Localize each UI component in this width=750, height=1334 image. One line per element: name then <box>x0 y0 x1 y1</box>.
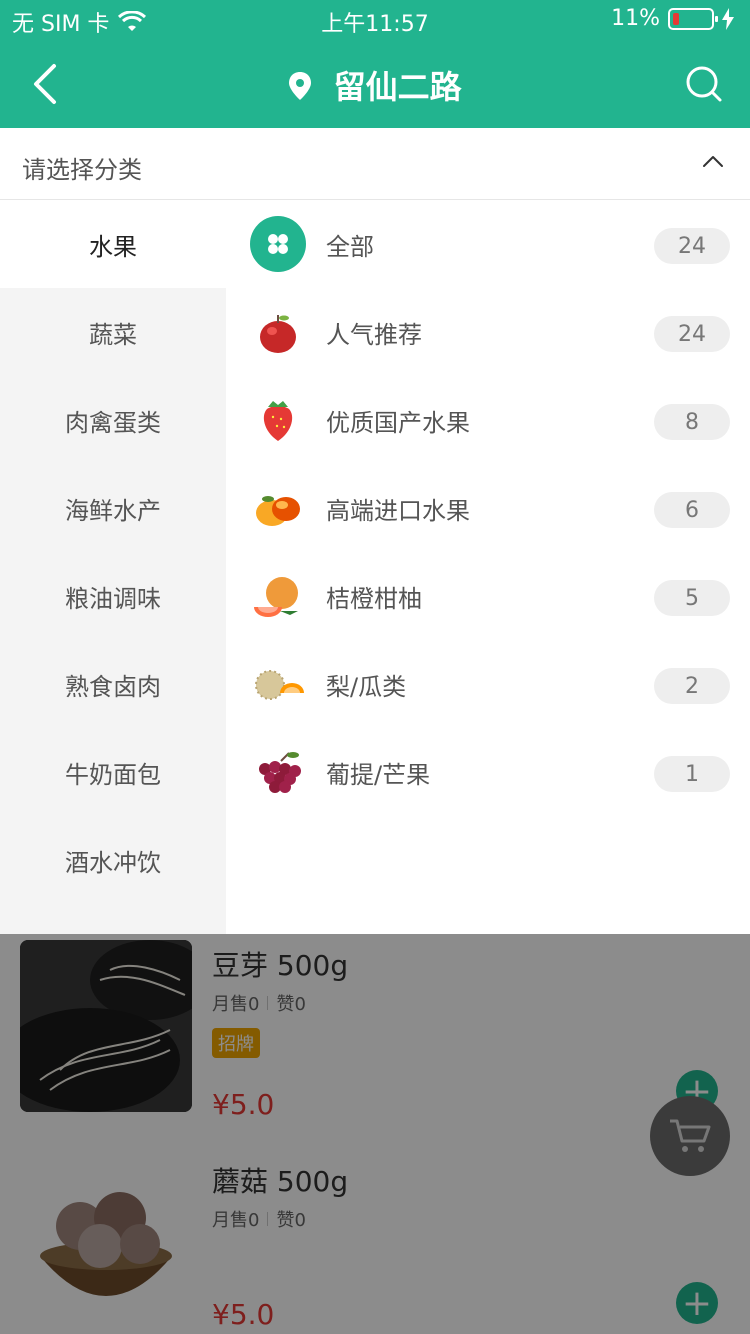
subcategory-item[interactable]: 葡提/芒果 1 <box>226 728 750 816</box>
sidebar-item-drinks[interactable]: 酒水冲饮 <box>0 816 226 904</box>
subcategory-count: 2 <box>654 668 730 704</box>
subcategory-count: 6 <box>654 492 730 528</box>
subcategory-label: 人气推荐 <box>326 320 422 349</box>
mango-icon <box>250 480 306 536</box>
category-sidebar: 水果 蔬菜 肉禽蛋类 海鲜水产 粮油调味 熟食卤肉 牛奶面包 酒水冲饮 <box>0 200 226 934</box>
page-title[interactable]: 留仙二路 <box>0 62 750 108</box>
grapefruit-icon <box>250 568 306 624</box>
subcategory-label: 葡提/芒果 <box>326 760 431 789</box>
subcategory-label: 桔橙柑柚 <box>326 584 422 613</box>
subcategory-list: 全部 24 人气推荐 24 优质国产水果 8 高端进口水果 6 桔橙柑柚 5 梨… <box>226 200 750 934</box>
sidebar-item-deli[interactable]: 熟食卤肉 <box>0 640 226 728</box>
sidebar-item-fruit[interactable]: 水果 <box>0 200 226 288</box>
charging-icon <box>722 7 734 30</box>
subcategory-item[interactable]: 桔橙柑柚 5 <box>226 552 750 640</box>
strawberry-icon <box>250 392 306 448</box>
sidebar-item-meat-eggs[interactable]: 肉禽蛋类 <box>0 376 226 464</box>
status-right: 11% <box>611 6 734 31</box>
subcategory-item[interactable]: 全部 24 <box>226 200 750 288</box>
subcategory-label: 优质国产水果 <box>326 408 470 437</box>
subcategory-item[interactable]: 高端进口水果 6 <box>226 464 750 552</box>
sidebar-item-seafood[interactable]: 海鲜水产 <box>0 464 226 552</box>
sidebar-item-vegetables[interactable]: 蔬菜 <box>0 288 226 376</box>
dim-overlay[interactable] <box>0 934 750 1334</box>
sidebar-item-milk-bread[interactable]: 牛奶面包 <box>0 728 226 816</box>
subcategory-count: 24 <box>654 316 730 352</box>
subcategory-count: 5 <box>654 580 730 616</box>
app-header: 无 SIM 卡 上午11:57 11% 留仙二路 <box>0 0 750 128</box>
subcategory-item[interactable]: 梨/瓜类 2 <box>226 640 750 728</box>
apple-icon <box>250 304 306 360</box>
battery-icon <box>668 7 718 30</box>
subcategory-count: 8 <box>654 404 730 440</box>
subcategory-item[interactable]: 优质国产水果 8 <box>226 376 750 464</box>
subcategory-count: 24 <box>654 228 730 264</box>
cart-button[interactable] <box>650 1096 730 1176</box>
battery-percent: 11% <box>611 6 660 31</box>
chevron-up-icon[interactable] <box>702 154 724 168</box>
grape-icon <box>250 744 306 800</box>
subcategory-label: 梨/瓜类 <box>326 672 407 701</box>
subcategory-label: 全部 <box>326 232 374 261</box>
category-selector-label: 请选择分类 <box>22 156 142 184</box>
all-icon <box>250 216 306 272</box>
cart-icon <box>670 1119 711 1152</box>
search-icon[interactable] <box>684 64 724 104</box>
subcategory-item[interactable]: 人气推荐 24 <box>226 288 750 376</box>
melon-icon <box>250 656 306 712</box>
nav-bar: 留仙二路 <box>0 40 750 128</box>
category-selector[interactable]: 请选择分类 <box>0 128 750 200</box>
location-title: 留仙二路 <box>333 68 462 106</box>
status-bar: 无 SIM 卡 上午11:57 11% <box>0 0 750 40</box>
subcategory-count: 1 <box>654 756 730 792</box>
location-pin-icon <box>289 72 312 100</box>
sidebar-item-grain-oil[interactable]: 粮油调味 <box>0 552 226 640</box>
subcategory-label: 高端进口水果 <box>326 496 470 525</box>
